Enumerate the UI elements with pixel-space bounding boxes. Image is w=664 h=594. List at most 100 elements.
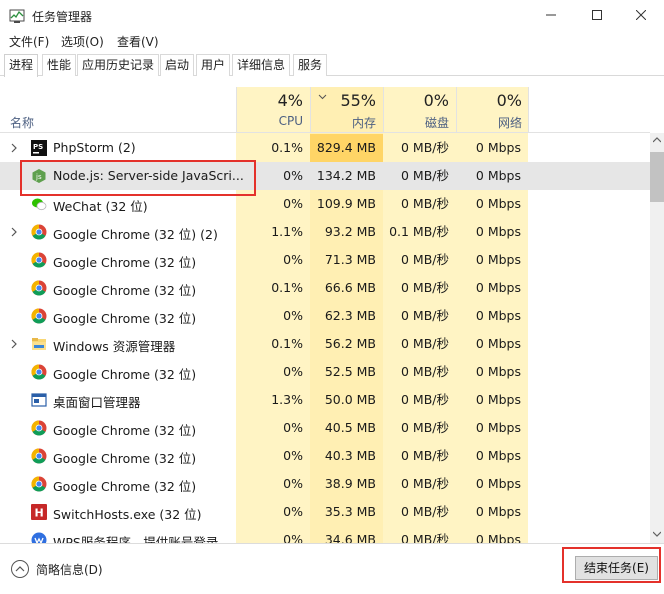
process-row[interactable]: WPS服务程序，提供账号登录... 0% 34.6 MB 0 MB/秒 0 Mbps — [0, 526, 650, 543]
fewer-details-link[interactable]: 简略信息(D) — [36, 561, 103, 578]
disk-value: 0 MB/秒 — [401, 196, 449, 211]
cpu-value: 0% — [283, 532, 303, 543]
memory-value: 829.4 MB — [310, 134, 383, 162]
tab-processes[interactable]: 进程 — [4, 54, 39, 77]
maximize-button[interactable] — [574, 0, 620, 30]
cpu-column-header[interactable]: CPU — [236, 114, 303, 128]
network-value: 0 Mbps — [475, 252, 521, 267]
network-value: 0 Mbps — [475, 336, 521, 351]
tab-services[interactable]: 服务 — [293, 54, 328, 76]
minimize-button[interactable] — [528, 0, 574, 30]
process-row[interactable]: H SwitchHosts.exe (32 位) 0% 35.3 MB 0 MB/秒 0 … — [0, 498, 650, 526]
memory-column-header[interactable]: 内存 — [310, 114, 376, 131]
process-name: Windows 资源管理器 — [53, 339, 176, 354]
menu-options[interactable]: 选项(O) — [61, 33, 104, 50]
cpu-value: 0% — [283, 448, 303, 463]
cpu-value: 0% — [283, 252, 303, 267]
network-value: 0 Mbps — [475, 392, 521, 407]
process-row[interactable]: Google Chrome (32 位) 0% 52.5 MB 0 MB/秒 0 Mbp… — [0, 358, 650, 386]
close-icon — [636, 10, 646, 20]
tab-performance[interactable]: 性能 — [42, 54, 77, 76]
network-value: 0 Mbps — [475, 140, 521, 155]
disk-value: 0 MB/秒 — [401, 168, 449, 183]
collapse-up-icon[interactable] — [10, 559, 30, 579]
network-value: 0 Mbps — [475, 420, 521, 435]
network-value: 0 Mbps — [475, 448, 521, 463]
disk-value: 0 MB/秒 — [401, 336, 449, 351]
process-row[interactable]: Google Chrome (32 位) 0% 38.9 MB 0 MB/秒 0 Mbp… — [0, 470, 650, 498]
chrome-icon — [31, 420, 47, 436]
process-row[interactable]: Google Chrome (32 位) 0% 62.3 MB 0 MB/秒 0 Mbp… — [0, 302, 650, 330]
tab-bar: 进程 性能 应用历史记录 启动 用户 详细信息 服务 — [0, 54, 664, 77]
chrome-icon — [31, 448, 47, 464]
memory-value: 66.6 MB — [324, 280, 376, 295]
process-row[interactable]: Google Chrome (32 位) 0% 40.3 MB 0 MB/秒 0 Mbp… — [0, 442, 650, 470]
network-total: 0% — [496, 91, 522, 110]
cpu-value: 0% — [283, 364, 303, 379]
process-name: Google Chrome (32 位) — [53, 367, 197, 382]
scroll-up-icon[interactable] — [653, 137, 661, 143]
cpu-value: 0% — [283, 504, 303, 519]
wechat-icon — [32, 198, 47, 211]
column-name-header[interactable]: 名称 — [10, 114, 34, 131]
process-name: Google Chrome (32 位) — [53, 255, 197, 270]
network-column-header[interactable]: 网络 — [456, 114, 522, 131]
memory-value: 56.2 MB — [324, 336, 376, 351]
cpu-value: 1.1% — [271, 224, 303, 239]
memory-value: 38.9 MB — [324, 476, 376, 491]
memory-value: 50.0 MB — [324, 392, 376, 407]
cpu-total: 4% — [277, 91, 303, 110]
highlight-frame-nodejs — [20, 160, 256, 196]
menu-file[interactable]: 文件(F) — [9, 33, 49, 50]
memory-value: 71.3 MB — [324, 252, 376, 267]
expand-chevron-icon[interactable] — [9, 142, 19, 154]
disk-total: 0% — [423, 91, 449, 110]
process-row[interactable]: 桌面窗口管理器 1.3% 50.0 MB 0 MB/秒 0 Mbps — [0, 386, 650, 414]
expand-chevron-icon[interactable] — [9, 226, 19, 238]
highlight-frame-end-task — [562, 547, 661, 583]
svg-text:PS: PS — [33, 143, 43, 151]
network-value: 0 Mbps — [475, 532, 521, 543]
minimize-icon — [546, 14, 556, 16]
disk-value: 0 MB/秒 — [401, 140, 449, 155]
process-row[interactable]: PS PhpStorm (2) 0.1% 829.4 MB 0 MB/秒 0 Mbps — [0, 134, 650, 162]
disk-value: 0.1 MB/秒 — [389, 224, 449, 239]
network-value: 0 Mbps — [475, 168, 521, 183]
memory-total: 55% — [340, 91, 376, 110]
tab-startup[interactable]: 启动 — [160, 54, 195, 76]
process-name: Google Chrome (32 位) — [53, 451, 197, 466]
memory-value: 52.5 MB — [324, 364, 376, 379]
menu-view[interactable]: 查看(V) — [117, 33, 159, 50]
process-row[interactable]: Google Chrome (32 位) (2) 1.1% 93.2 MB 0.1 M… — [0, 218, 650, 246]
cpu-value: 1.3% — [271, 392, 303, 407]
process-name: Google Chrome (32 位) — [53, 311, 197, 326]
memory-value: 40.3 MB — [324, 448, 376, 463]
process-row[interactable]: Google Chrome (32 位) 0% 40.5 MB 0 MB/秒 0 Mbp… — [0, 414, 650, 442]
cpu-value: 0% — [283, 476, 303, 491]
cpu-value: 0% — [283, 420, 303, 435]
process-name: PhpStorm (2) — [53, 140, 136, 155]
network-value: 0 Mbps — [475, 308, 521, 323]
header-divider — [528, 87, 529, 133]
memory-value: 93.2 MB — [324, 224, 376, 239]
close-button[interactable] — [618, 0, 664, 30]
tab-app-history[interactable]: 应用历史记录 — [77, 54, 160, 76]
disk-column-header[interactable]: 磁盘 — [383, 114, 449, 131]
process-name: SwitchHosts.exe (32 位) — [53, 507, 202, 522]
process-name: Google Chrome (32 位) — [53, 479, 197, 494]
process-row[interactable]: Windows 资源管理器 0.1% 56.2 MB 0 MB/秒 0 Mbps — [0, 330, 650, 358]
process-table: 名称 4% CPU 55% 内存 0% 磁盘 0% 网络 PS PhpStorm … — [0, 87, 664, 543]
disk-value: 0 MB/秒 — [401, 448, 449, 463]
scrollbar-thumb[interactable] — [650, 152, 664, 202]
menu-bar: 文件(F) 选项(O) 查看(V) — [0, 32, 664, 52]
scroll-down-icon[interactable] — [653, 531, 661, 537]
expand-chevron-icon[interactable] — [9, 338, 19, 350]
network-value: 0 Mbps — [475, 196, 521, 211]
memory-value: 62.3 MB — [324, 308, 376, 323]
process-name: WPS服务程序，提供账号登录... — [53, 535, 231, 543]
process-row[interactable]: Google Chrome (32 位) 0% 71.3 MB 0 MB/秒 0 Mbp… — [0, 246, 650, 274]
tab-users[interactable]: 用户 — [196, 54, 231, 76]
tab-details[interactable]: 详细信息 — [232, 54, 291, 76]
process-row[interactable]: Google Chrome (32 位) 0.1% 66.6 MB 0 MB/秒 0 M… — [0, 274, 650, 302]
chrome-icon — [31, 224, 47, 240]
